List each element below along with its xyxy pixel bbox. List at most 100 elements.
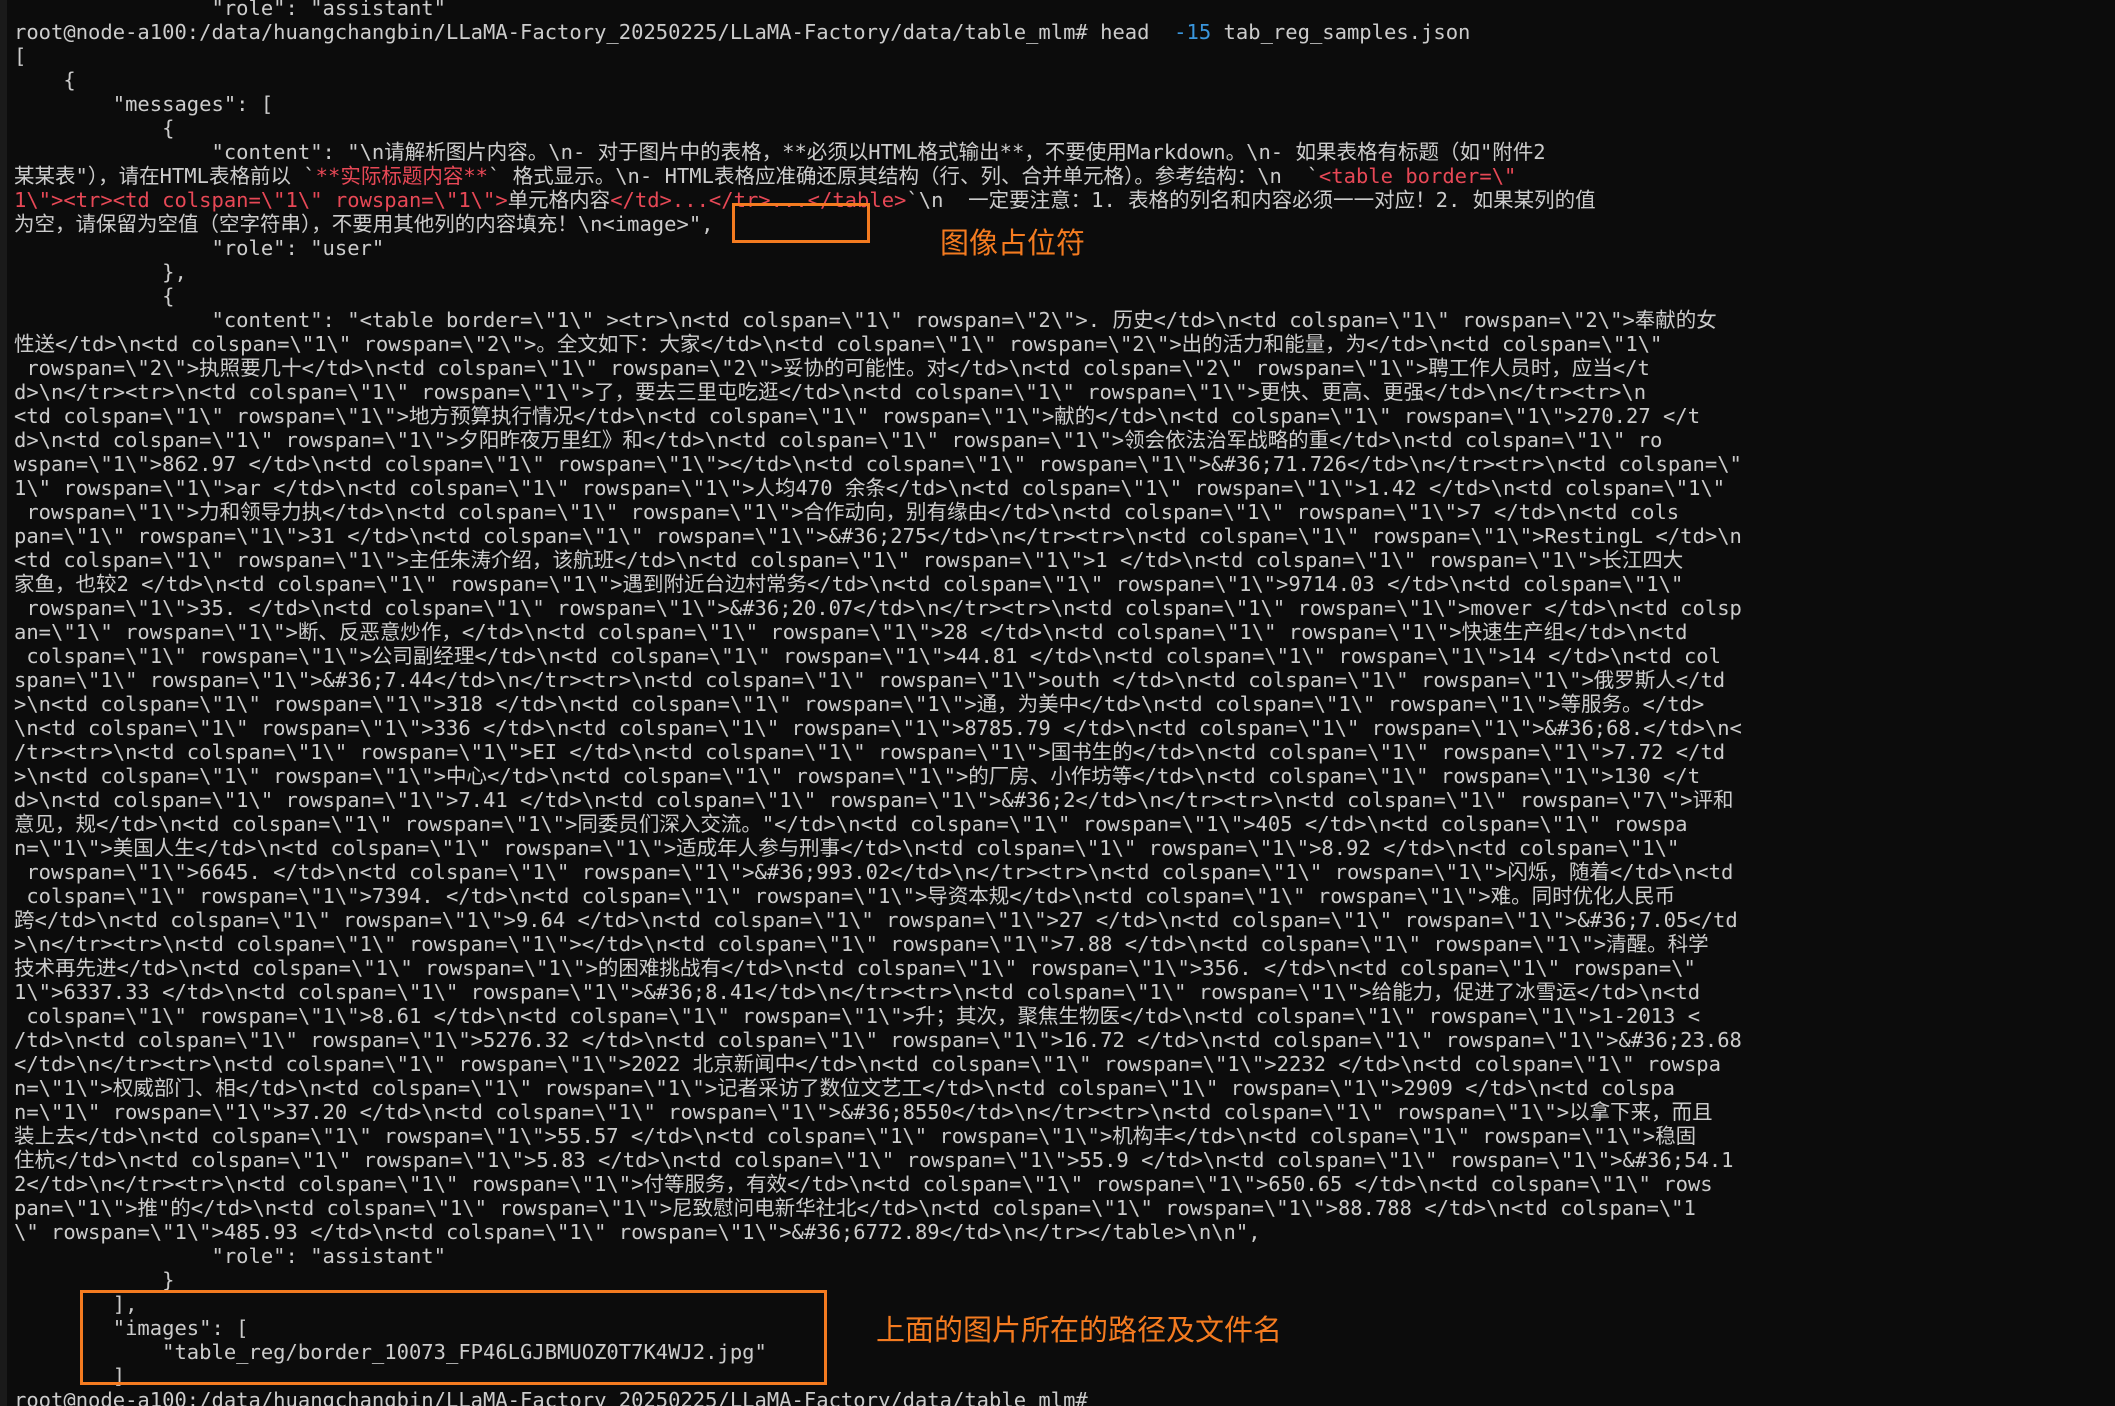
line-text: },: [14, 260, 187, 284]
window-left-edge: [0, 0, 7, 1406]
line-text: pan=\"1\">推"的</td>\n<td colspan=\"1\" ro…: [14, 1196, 1696, 1220]
terminal-line: 住杭</td>\n<td colspan=\"1\" rowspan=\"1\"…: [14, 1148, 1734, 1172]
terminal-line: {: [14, 116, 174, 140]
line-text: "role": "assistant": [14, 1244, 446, 1268]
images-path-highlight-box: [80, 1290, 827, 1385]
line-text: rowspan=\"1\">力和领导力执</td>\n<td colspan=\…: [14, 500, 1680, 524]
terminal-output[interactable]: "role": "assistant" root@node-a100:/data/…: [14, 0, 2114, 1406]
line-text: \" rowspan=\"1\">485.93 </td>\n<td colsp…: [14, 1220, 1261, 1244]
terminal-line: 意见，规</td>\n<td colspan=\"1\" rowspan=\"1…: [14, 812, 1688, 836]
line-text: 1\" rowspan=\"1\">ar </td>\n<td colspan=…: [14, 476, 1726, 500]
terminal-line: "content": "\n请解析图片内容。\n- 对于图片中的表格，**必须以…: [14, 140, 1546, 164]
terminal-line: >\n<td colspan=\"1\" rowspan=\"1\">中心</t…: [14, 764, 1700, 788]
terminal-line: "role": "assistant": [14, 0, 446, 20]
terminal-line: an=\"1\" rowspan=\"1\">断、反恶意炒作，</td>\n<t…: [14, 620, 1688, 644]
line-text: 单元格内容: [507, 188, 611, 212]
line-text: colspan=\"1\" rowspan=\"1\">7394. </td>\…: [14, 884, 1676, 908]
terminal-line: \n<td colspan=\"1\" rowspan=\"1\">336 </…: [14, 716, 1742, 740]
terminal-line: "messages": [: [14, 92, 273, 116]
terminal-line: {: [14, 68, 76, 92]
terminal-line: "role": "assistant": [14, 1244, 446, 1268]
terminal-line: 1\" rowspan=\"1\">ar </td>\n<td colspan=…: [14, 476, 1725, 500]
line-text: 意见，规</td>\n<td colspan=\"1\" rowspan=\"1…: [14, 812, 1688, 836]
line-text: rowspan=\"1\">6645. </td>\n<td colspan=\…: [14, 860, 1734, 884]
line-text: ` 格式显示。\n- HTML表格应准确还原其结构（行、列、合并单元格）。参考结…: [488, 164, 1319, 188]
final-prompt-line[interactable]: root@node-a100:/data/huangchangbin/LLaMA…: [14, 1388, 1100, 1406]
terminal-line: span=\"1\" rowspan=\"1\">&#36;7.44</td>\…: [14, 668, 1725, 692]
line-text: 性送</td>\n<td colspan=\"1\" rowspan=\"2\"…: [14, 332, 1663, 356]
line-text: `\n 一定要注意：1. 表格的列名和内容必须一一对应！2. 如果某列的值: [906, 188, 1596, 212]
line-text: >\n<td colspan=\"1\" rowspan=\"1\">318 <…: [14, 692, 1705, 716]
line-text: "messages": [: [14, 92, 274, 116]
terminal-line: n=\"1\">美国人生</td>\n<td colspan=\"1\" row…: [14, 836, 1679, 860]
terminal-line: >\n<td colspan=\"1\" rowspan=\"1\">318 <…: [14, 692, 1704, 716]
line-text: {: [14, 284, 175, 308]
terminal-line: "content": "<table border=\"1\" ><tr>\n<…: [14, 308, 1717, 332]
terminal-line: 装上去</td>\n<td colspan=\"1\" rowspan=\"1\…: [14, 1124, 1696, 1148]
line-text: </td>\n</tr><tr>\n<td colspan=\"1\" rows…: [14, 1052, 1721, 1076]
line-text: pan=\"1\" rowspan=\"1\">31 </td>\n<td co…: [14, 524, 1742, 548]
terminal-line: },: [14, 260, 187, 284]
command-line: root@node-a100:/data/huangchangbin/LLaMA…: [14, 20, 1470, 44]
code-highlight: **实际标题内容**: [315, 164, 489, 188]
terminal-line: pan=\"1\">推"的</td>\n<td colspan=\"1\" ro…: [14, 1196, 1696, 1220]
command-flag: -15: [1174, 20, 1212, 44]
terminal-line: n=\"1\">权威部门、相</td>\n<td colspan=\"1\" r…: [14, 1076, 1675, 1100]
terminal-line: [: [14, 44, 26, 68]
terminal-line: rowspan=\"1\">6645. </td>\n<td colspan=\…: [14, 860, 1733, 884]
terminal-line: \" rowspan=\"1\">485.93 </td>\n<td colsp…: [14, 1220, 1261, 1244]
line-text: {: [14, 116, 175, 140]
line-text: 1\">6337.33 </td>\n<td colspan=\"1\" row…: [14, 980, 1701, 1004]
terminal-line: 跨</td>\n<td colspan=\"1\" rowspan=\"1\">…: [14, 908, 1738, 932]
line-text: 跨</td>\n<td colspan=\"1\" rowspan=\"1\">…: [14, 908, 1738, 932]
command-name: head: [1100, 20, 1175, 44]
terminal-line: </td>\n</tr><tr>\n<td colspan=\"1\" rows…: [14, 1052, 1721, 1076]
terminal-line: pan=\"1\" rowspan=\"1\">31 </td>\n<td co…: [14, 524, 1742, 548]
line-text: "content": "\n请解析图片内容。\n- 对于图片中的表格，**必须以…: [14, 140, 1546, 164]
line-text: d>\n<td colspan=\"1\" rowspan=\"1\">夕阳昨夜…: [14, 428, 1663, 452]
terminal-line: n=\"1\" rowspan=\"1\">37.20 </td>\n<td c…: [14, 1100, 1713, 1124]
terminal-line: d>\n<td colspan=\"1\" rowspan=\"1\">夕阳昨夜…: [14, 428, 1662, 452]
terminal-line: 家鱼，也较2 </td>\n<td colspan=\"1\" rowspan=…: [14, 572, 1683, 596]
line-text: <td colspan=\"1\" rowspan=\"1\">主任朱涛介绍，该…: [14, 548, 1684, 572]
terminal-line: rowspan=\"1\">35. </td>\n<td colspan=\"1…: [14, 596, 1742, 620]
line-text: rowspan=\"1\">35. </td>\n<td colspan=\"1…: [14, 596, 1742, 620]
line-text: span=\"1\" rowspan=\"1\">&#36;7.44</td>\…: [14, 668, 1726, 692]
line-text: "role": "assistant": [14, 0, 446, 20]
terminal-line: }: [14, 1268, 174, 1292]
line-text: n=\"1\" rowspan=\"1\">37.20 </td>\n<td c…: [14, 1100, 1713, 1124]
line-text: "role": "user": [14, 236, 385, 260]
line-text: >\n</tr><tr>\n<td colspan=\"1\" rowspan=…: [14, 932, 1709, 956]
terminal-line: d>\n</tr><tr>\n<td colspan=\"1\" rowspan…: [14, 380, 1646, 404]
line-text: colspan=\"1\" rowspan=\"1\">8.61 </td>\n…: [14, 1004, 1701, 1028]
terminal-line: colspan=\"1\" rowspan=\"1\">8.61 </td>\n…: [14, 1004, 1700, 1028]
line-text: "content": "<table border=\"1\" ><tr>\n<…: [14, 308, 1717, 332]
command-argument: tab_reg_samples.json: [1211, 20, 1471, 44]
line-text: wspan=\"1\">862.97 </td>\n<td colspan=\"…: [14, 452, 1742, 476]
line-text: 2</td>\n</tr><tr>\n<td colspan=\"1\" row…: [14, 1172, 1713, 1196]
line-text: 某某表"），请在HTML表格前以 `: [14, 164, 316, 188]
terminal-line: 技术再先进</td>\n<td colspan=\"1\" rowspan=\"…: [14, 956, 1696, 980]
line-text: {: [14, 68, 76, 92]
terminal-line: 1\">6337.33 </td>\n<td colspan=\"1\" row…: [14, 980, 1700, 1004]
terminal-line: colspan=\"1\" rowspan=\"1\">公司副经理</td>\n…: [14, 644, 1721, 668]
line-text: d>\n</tr><tr>\n<td colspan=\"1\" rowspan…: [14, 380, 1647, 404]
terminal-line: 某某表"），请在HTML表格前以 `**实际标题内容**` 格式显示。\n- H…: [14, 164, 1516, 188]
line-text: /td>\n<td colspan=\"1\" rowspan=\"1\">52…: [14, 1028, 1742, 1052]
terminal-line: 性送</td>\n<td colspan=\"1\" rowspan=\"2\"…: [14, 332, 1662, 356]
line-text: 为空，请保留为空值（空字符串），不要用其他列的内容填充！\n<image>",: [14, 212, 714, 236]
terminal-line: >\n</tr><tr>\n<td colspan=\"1\" rowspan=…: [14, 932, 1709, 956]
terminal-line: /td>\n<td colspan=\"1\" rowspan=\"1\">52…: [14, 1028, 1742, 1052]
line-text: an=\"1\" rowspan=\"1\">断、反恶意炒作，</td>\n<t…: [14, 620, 1688, 644]
line-text: [: [14, 44, 27, 68]
terminal-line: rowspan=\"2\">执照要几十</td>\n<td colspan=\"…: [14, 356, 1650, 380]
shell-prompt: root@node-a100:/data/huangchangbin/LLaMA…: [14, 20, 1101, 44]
terminal-line: rowspan=\"1\">力和领导力执</td>\n<td colspan=\…: [14, 500, 1679, 524]
terminal-line: d>\n<td colspan=\"1\" rowspan=\"1\">7.41…: [14, 788, 1734, 812]
line-text: 装上去</td>\n<td colspan=\"1\" rowspan=\"1\…: [14, 1124, 1697, 1148]
image-path-annotation: 上面的图片所在的路径及文件名: [876, 1313, 1283, 1347]
terminal-line: "role": "user": [14, 236, 384, 260]
line-text: \n<td colspan=\"1\" rowspan=\"1\">336 </…: [14, 716, 1742, 740]
shell-prompt: root@node-a100:/data/huangchangbin/LLaMA…: [14, 1388, 1101, 1406]
terminal-line: colspan=\"1\" rowspan=\"1\">7394. </td>\…: [14, 884, 1675, 908]
